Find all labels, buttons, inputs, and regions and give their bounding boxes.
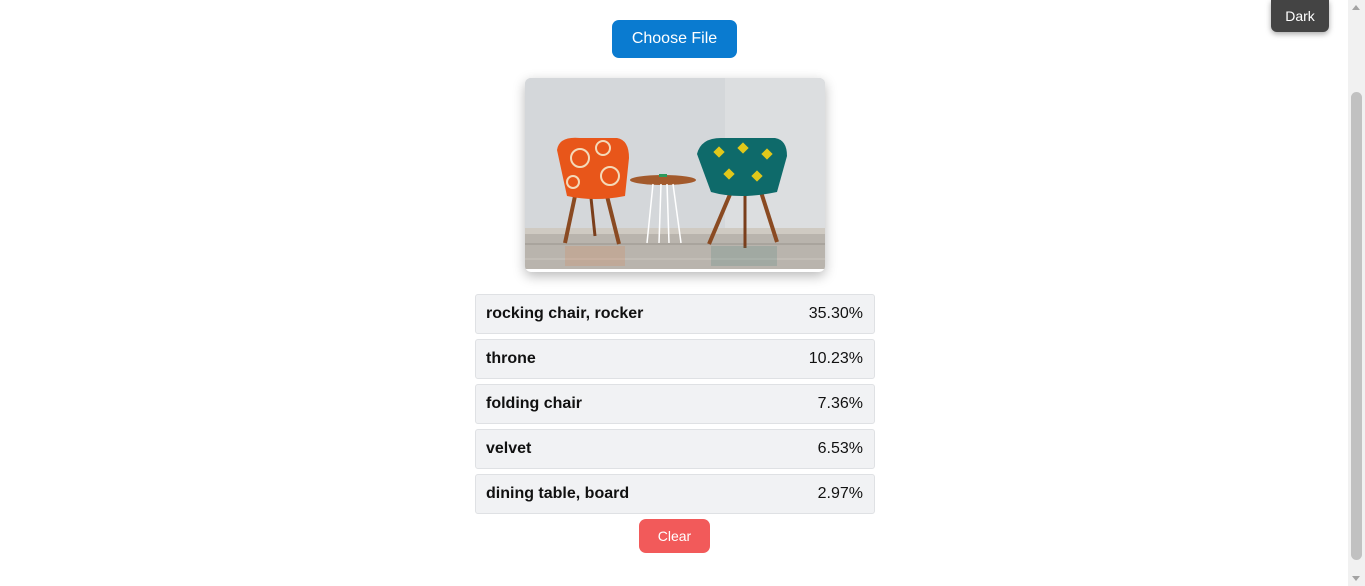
prediction-row: throne 10.23% <box>475 339 875 379</box>
scroll-down-arrow-icon[interactable] <box>1352 576 1360 581</box>
scrollbar-thumb[interactable] <box>1351 92 1362 560</box>
image-preview <box>525 78 825 272</box>
prediction-row: velvet 6.53% <box>475 429 875 469</box>
clear-button[interactable]: Clear <box>639 519 710 553</box>
prediction-label: rocking chair, rocker <box>486 305 644 322</box>
vertical-scrollbar[interactable] <box>1348 0 1365 586</box>
dark-mode-toggle-button[interactable]: Dark <box>1271 0 1329 32</box>
scroll-up-arrow-icon[interactable] <box>1352 5 1360 10</box>
chairs-photo <box>525 78 825 272</box>
prediction-score: 7.36% <box>817 395 863 412</box>
prediction-score: 6.53% <box>817 440 863 457</box>
prediction-label: folding chair <box>486 395 582 412</box>
prediction-results-list: rocking chair, rocker 35.30% throne 10.2… <box>475 294 875 519</box>
prediction-label: throne <box>486 350 536 367</box>
prediction-score: 35.30% <box>808 305 863 322</box>
choose-file-button[interactable]: Choose File <box>612 20 737 58</box>
prediction-label: velvet <box>486 440 532 457</box>
prediction-label: dining table, board <box>486 485 630 502</box>
prediction-row: dining table, board 2.97% <box>475 474 875 514</box>
prediction-score: 2.97% <box>817 485 863 502</box>
prediction-score: 10.23% <box>808 350 863 367</box>
app-page: Dark Choose File rocking chair, rocker 3… <box>0 0 1365 586</box>
prediction-row: rocking chair, rocker 35.30% <box>475 294 875 334</box>
prediction-row: folding chair 7.36% <box>475 384 875 424</box>
